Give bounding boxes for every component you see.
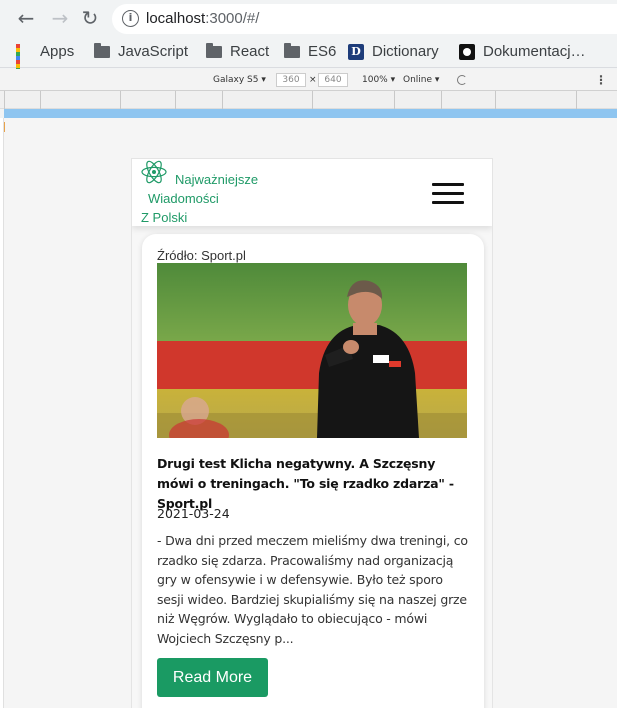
brand-line-2[interactable]: Wiadomości	[148, 189, 219, 208]
ruler-tick	[495, 91, 496, 109]
back-arrow-icon[interactable]: ←	[16, 8, 36, 28]
ruler-tick	[394, 91, 395, 109]
site-info-icon[interactable]: i	[122, 10, 139, 27]
browser-toolbar: ← → ↻ i localhost:3000/#/	[0, 0, 617, 37]
github-icon	[459, 44, 475, 60]
url-host: localhost	[146, 10, 206, 27]
device-toolbar: Galaxy S5 ▾ 360 × 640 100% ▾ Online ▾ ⋮	[0, 69, 617, 91]
folder-icon	[94, 43, 110, 58]
apps-grid-icon	[16, 44, 32, 80]
brand-line-3[interactable]: Z Polski	[141, 208, 187, 227]
bookmark-javascript[interactable]: JavaScript	[94, 42, 188, 62]
bookmark-label: Apps	[40, 43, 75, 60]
url-text[interactable]: localhost:3000/#/	[146, 9, 259, 29]
ruler-tick	[175, 91, 176, 109]
url-path: :3000/#/	[205, 10, 260, 27]
rotate-icon[interactable]	[457, 75, 467, 85]
news-card: Źródło: Sport.pl Drugi test Klicha negat…	[142, 234, 484, 708]
article-image[interactable]	[157, 263, 467, 438]
news-feed: Źródło: Sport.pl Drugi test Klicha negat…	[132, 226, 492, 708]
article-photo	[157, 263, 467, 438]
bookmark-label: Dictionary	[372, 43, 439, 60]
ruler-tick	[312, 91, 313, 109]
bookmarks-bar: Apps JavaScript React ES6 D Dictionary D…	[0, 37, 617, 80]
bookmark-react[interactable]: React	[206, 42, 269, 62]
bookmark-apps[interactable]: Apps	[16, 42, 75, 80]
ruler-tick	[120, 91, 121, 109]
folder-icon	[206, 43, 222, 58]
ruler-tick	[40, 91, 41, 109]
read-more-button[interactable]: Read More	[157, 658, 268, 697]
device-select[interactable]: Galaxy S5 ▾	[213, 69, 266, 91]
forward-arrow-icon[interactable]: →	[50, 8, 70, 28]
ruler-tick	[4, 91, 5, 109]
app-header: Najważniejsze Wiadomości Z Polski	[132, 159, 492, 226]
react-atom-icon[interactable]	[140, 160, 168, 184]
article-excerpt: - Dwa dni przed meczem mieliśmy dwa tren…	[157, 533, 468, 646]
address-bar[interactable]: i localhost:3000/#/	[112, 4, 617, 34]
dictionary-icon: D	[348, 44, 364, 60]
bookmark-label: JavaScript	[118, 43, 189, 60]
ruler-tick	[576, 91, 577, 109]
bookmark-es6[interactable]: ES6	[284, 42, 336, 62]
media-query-ruler	[0, 91, 617, 109]
device-screen: Najważniejsze Wiadomości Z Polski Źródło…	[131, 158, 493, 708]
hamburger-menu-icon[interactable]	[432, 183, 464, 205]
network-throttle-select[interactable]: Online ▾	[403, 69, 439, 91]
folder-icon	[284, 43, 300, 58]
media-query-bar[interactable]	[4, 109, 617, 118]
height-input[interactable]: 640	[318, 73, 348, 87]
brand-line-1[interactable]: Najważniejsze	[175, 170, 258, 189]
dimension-separator: ×	[309, 75, 317, 85]
bookmark-label: Dokumentacj…	[483, 43, 586, 60]
width-input[interactable]: 360	[276, 73, 306, 87]
ruler-gutter	[0, 118, 4, 708]
ruler-marker	[4, 122, 5, 132]
zoom-select[interactable]: 100% ▾	[362, 69, 395, 91]
ruler-tick	[441, 91, 442, 109]
reload-icon[interactable]: ↻	[80, 8, 100, 28]
article-date: 2021-03-24	[157, 506, 230, 521]
bookmark-dictionary[interactable]: D Dictionary	[348, 42, 439, 62]
more-options-icon[interactable]: ⋮	[595, 69, 607, 91]
bookmark-dokumentacja[interactable]: Dokumentacj…	[459, 42, 586, 62]
ruler-tick	[222, 91, 223, 109]
bookmark-label: React	[230, 43, 270, 60]
bookmark-label: ES6	[308, 43, 337, 60]
